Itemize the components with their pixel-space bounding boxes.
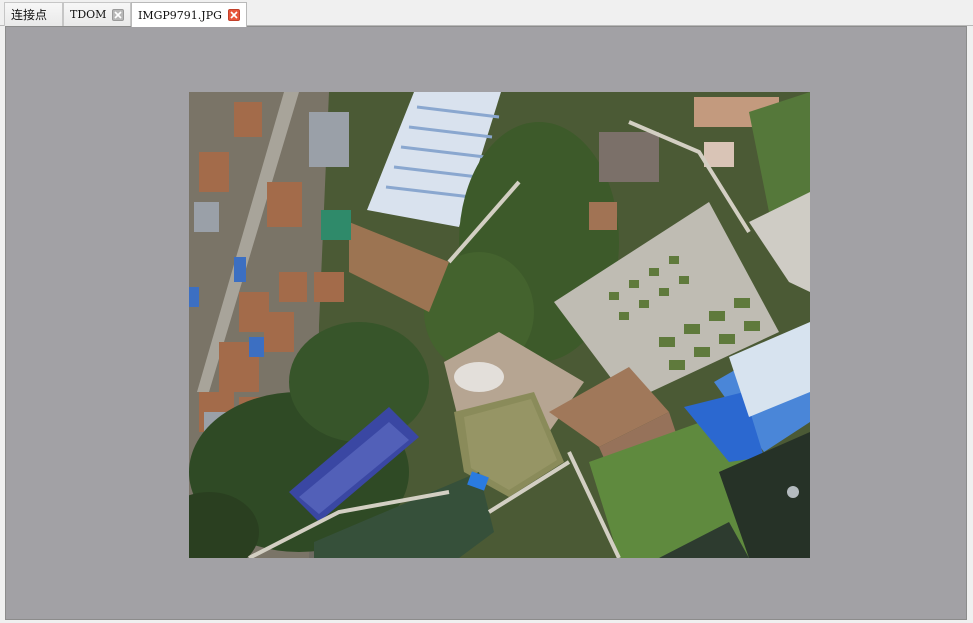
tab-label: 连接点 — [11, 8, 48, 22]
app-window: 连接点 TDOM IMGP9791.JPG — [0, 0, 973, 623]
tab-tdom[interactable]: TDOM — [63, 2, 131, 26]
tab-label: IMGP9791.JPG — [138, 8, 222, 22]
close-icon[interactable] — [227, 9, 240, 21]
tab-imgp9791[interactable]: IMGP9791.JPG — [131, 2, 247, 27]
close-icon[interactable] — [112, 8, 124, 21]
aerial-photo — [189, 92, 810, 558]
tab-strip: 连接点 TDOM IMGP9791.JPG — [0, 0, 973, 27]
tab-label: TDOM — [70, 8, 107, 21]
tab-connection-points[interactable]: 连接点 — [4, 2, 63, 26]
image-viewer[interactable] — [5, 26, 967, 620]
